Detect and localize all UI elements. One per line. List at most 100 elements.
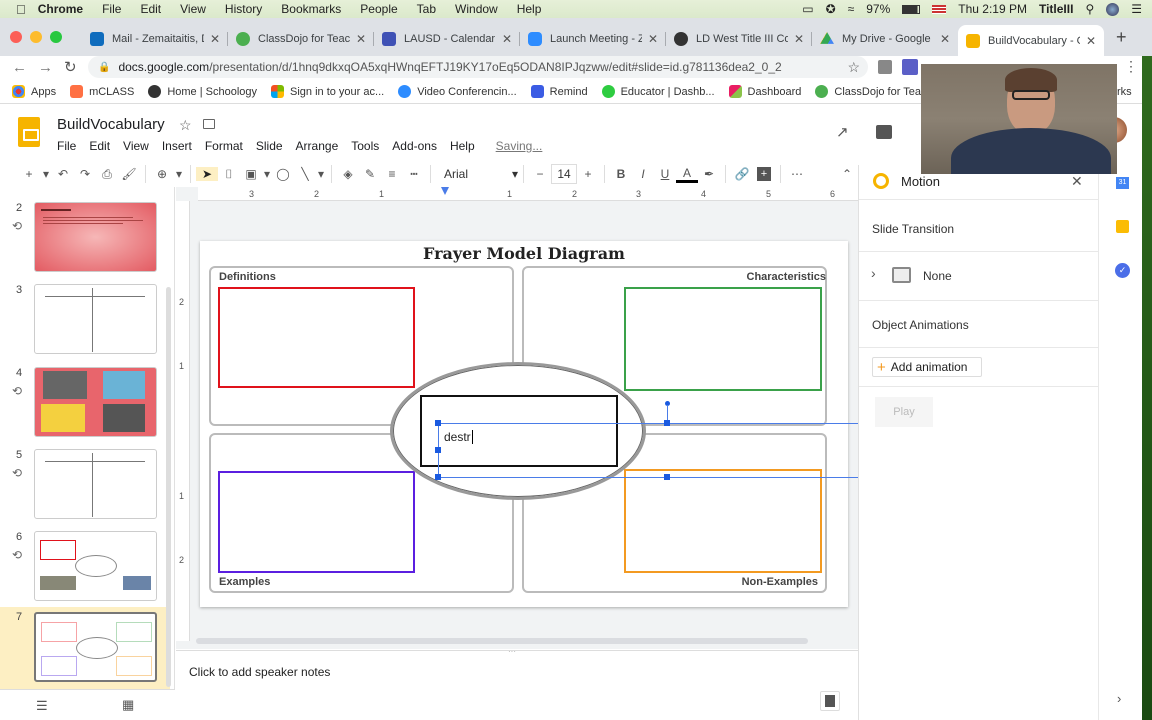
google-tasks-icon[interactable]: ✓: [1115, 263, 1130, 278]
google-keep-icon[interactable]: [1116, 220, 1129, 233]
menu-history[interactable]: History: [225, 2, 262, 16]
slide-thumbnail[interactable]: [34, 202, 157, 272]
select-cursor-icon[interactable]: ➤: [196, 167, 218, 181]
underline-button[interactable]: U: [654, 167, 676, 181]
bookmark-classdojo[interactable]: ClassDojo for Tea...: [815, 85, 930, 98]
list-view-icon[interactable]: ☰: [36, 698, 48, 714]
more-options-icon[interactable]: ⋯: [786, 167, 808, 181]
decrease-font-size-button[interactable]: −: [529, 167, 551, 181]
label-characteristics[interactable]: Characteristics: [747, 271, 827, 283]
resize-handle[interactable]: [664, 474, 670, 480]
bold-button[interactable]: B: [610, 167, 632, 181]
bookmark-microsoft[interactable]: Sign in to your ac...: [271, 85, 384, 98]
document-title[interactable]: BuildVocabulary: [57, 116, 165, 133]
explore-icon[interactable]: [820, 691, 840, 711]
new-slide-button[interactable]: +: [18, 167, 40, 181]
border-color-icon[interactable]: ✎: [359, 167, 381, 181]
webcam-video-overlay[interactable]: [921, 64, 1117, 174]
slide-thumbnail[interactable]: [34, 284, 157, 354]
docs-menu-format[interactable]: Format: [205, 139, 243, 153]
transition-row[interactable]: › None: [859, 253, 1099, 299]
border-dash-icon[interactable]: ┅: [403, 167, 425, 181]
siri-icon[interactable]: [1106, 2, 1120, 16]
undo-icon[interactable]: ↶: [52, 167, 74, 181]
bookmark-star-icon[interactable]: ☆: [847, 59, 860, 76]
grid-view-icon[interactable]: ▦: [122, 697, 134, 713]
canvas-horizontal-scrollbar[interactable]: [196, 638, 808, 644]
line-icon[interactable]: ╲: [294, 167, 316, 181]
paint-format-icon[interactable]: 🖌: [118, 167, 140, 181]
italic-button[interactable]: I: [632, 167, 654, 181]
font-family-select[interactable]: Arial ▾: [436, 167, 518, 181]
font-size-input[interactable]: 14: [551, 164, 577, 184]
comments-icon[interactable]: [876, 125, 892, 139]
minimize-window-button[interactable]: [30, 31, 42, 43]
play-button[interactable]: Play: [875, 397, 933, 427]
resize-handle[interactable]: [435, 447, 441, 453]
docs-menu-edit[interactable]: Edit: [89, 139, 110, 153]
non-examples-box[interactable]: [624, 469, 822, 573]
docs-menu-tools[interactable]: Tools: [351, 139, 379, 153]
bookmark-schoology[interactable]: Home | Schoology: [148, 85, 257, 98]
close-tab-icon[interactable]: ✕: [1086, 34, 1096, 48]
bookmark-apps[interactable]: Apps: [12, 85, 56, 98]
resize-handle[interactable]: [435, 420, 441, 426]
close-tab-icon[interactable]: ✕: [648, 32, 658, 46]
filmstrip-slide-4[interactable]: 4 ⟲: [0, 367, 170, 447]
browser-tab[interactable]: LAUSD - Calendar - ✕: [374, 25, 520, 53]
image-icon[interactable]: ▣: [240, 167, 262, 181]
menu-help[interactable]: Help: [517, 2, 542, 16]
docs-menu-slide[interactable]: Slide: [256, 139, 283, 153]
shape-icon[interactable]: ◯: [272, 167, 294, 181]
docs-menu-insert[interactable]: Insert: [162, 139, 192, 153]
new-slide-dropdown-icon[interactable]: ▾: [40, 167, 52, 181]
close-tab-icon[interactable]: ✕: [794, 32, 804, 46]
increase-font-size-button[interactable]: +: [577, 167, 599, 181]
transition-type-value[interactable]: None: [923, 269, 952, 283]
menu-file[interactable]: File: [102, 2, 121, 16]
indent-marker-icon[interactable]: [441, 187, 449, 195]
center-text-input[interactable]: destr: [444, 430, 473, 444]
close-tab-icon[interactable]: ✕: [940, 32, 950, 46]
filmstrip-slide-3[interactable]: 3: [0, 284, 170, 364]
docs-menu-addons[interactable]: Add-ons: [392, 139, 437, 153]
battery-icon[interactable]: [902, 4, 921, 14]
speaker-notes-placeholder[interactable]: Click to add speaker notes: [189, 665, 330, 679]
close-panel-icon[interactable]: ✕: [1071, 173, 1083, 190]
browser-tab[interactable]: LD West Title III Co ✕: [666, 25, 812, 53]
new-tab-button[interactable]: +: [1116, 27, 1127, 48]
docs-menu-help[interactable]: Help: [450, 139, 475, 153]
filmstrip-scrollbar[interactable]: [166, 287, 171, 687]
menu-bookmarks[interactable]: Bookmarks: [281, 2, 341, 16]
filmstrip-slide-7[interactable]: 7: [0, 607, 170, 689]
back-icon[interactable]: ←: [12, 59, 32, 76]
browser-tab-active[interactable]: BuildVocabulary - G ✕: [958, 25, 1104, 57]
menu-edit[interactable]: Edit: [140, 2, 161, 16]
docs-menu-arrange[interactable]: Arrange: [296, 139, 339, 153]
extension-icon[interactable]: [902, 59, 918, 75]
horizontal-ruler[interactable]: 3 2 1 1 2 3 4 5 6: [198, 187, 858, 201]
zoom-icon[interactable]: ⊕: [151, 167, 173, 181]
label-non-examples[interactable]: Non-Examples: [742, 576, 818, 588]
slide-thumbnail[interactable]: [34, 449, 157, 519]
add-animation-button[interactable]: + Add animation: [872, 357, 982, 377]
bookmark-educator[interactable]: Educator | Dashb...: [601, 85, 715, 98]
slide-title[interactable]: Frayer Model Diagram: [200, 244, 848, 263]
filmstrip-slide-6[interactable]: 6 ⟲: [0, 531, 170, 611]
filmstrip-slide-2[interactable]: 2 ⟲: [0, 202, 170, 282]
chrome-menu-icon[interactable]: ⋮: [1124, 58, 1138, 75]
maximize-window-button[interactable]: [50, 31, 62, 43]
reload-icon[interactable]: ↻: [64, 58, 84, 76]
docs-menu-file[interactable]: File: [57, 139, 76, 153]
border-weight-icon[interactable]: ≡: [381, 167, 403, 181]
slides-logo-icon[interactable]: [18, 117, 40, 147]
line-dropdown-icon[interactable]: ▾: [316, 167, 326, 181]
text-color-button[interactable]: A: [676, 166, 698, 183]
spotlight-icon[interactable]: ⚲: [1085, 2, 1094, 16]
browser-tab[interactable]: Mail - Zemaitaitis, D ✕: [82, 25, 228, 53]
label-examples[interactable]: Examples: [219, 576, 270, 588]
speaker-notes[interactable]: ··· Click to add speaker notes: [176, 647, 858, 720]
slide[interactable]: Frayer Model Diagram Definitions Charact…: [200, 241, 858, 607]
menu-people[interactable]: People: [360, 2, 397, 16]
redo-icon[interactable]: ↷: [74, 167, 96, 181]
